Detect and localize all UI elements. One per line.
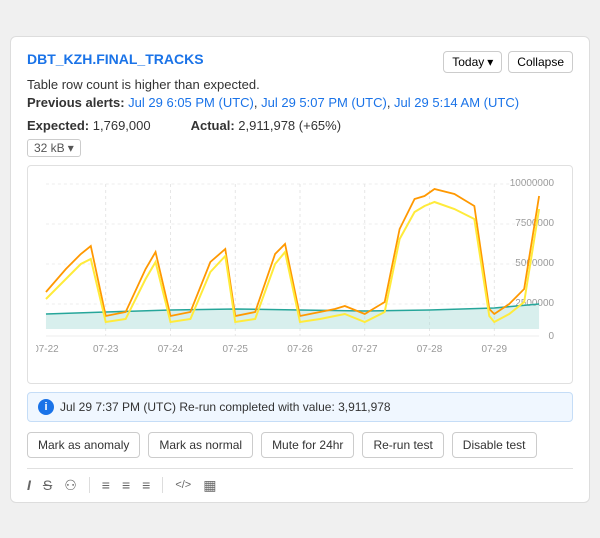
prev-alerts-label: Previous alerts: [27,95,125,110]
header-row: DBT_KZH.FINAL_TRACKS Today ▾ Collapse [27,51,573,73]
header-controls: Today ▾ Collapse [443,51,573,73]
svg-text:07-26: 07-26 [287,343,313,354]
strikethrough-icon[interactable]: S [43,477,52,493]
mark-anomaly-button[interactable]: Mark as anomaly [27,432,140,458]
mark-normal-button[interactable]: Mark as normal [148,432,253,458]
ol-icon[interactable]: ≡ [102,477,110,493]
collapse-button[interactable]: Collapse [508,51,573,73]
prev-alerts: Previous alerts: Jul 29 6:05 PM (UTC), J… [27,95,573,110]
italic-icon[interactable]: I [27,477,31,493]
svg-text:07-22: 07-22 [36,343,59,354]
svg-text:07-25: 07-25 [223,343,249,354]
svg-text:07-29: 07-29 [482,343,508,354]
svg-text:07-24: 07-24 [158,343,184,354]
info-row: i Jul 29 7:37 PM (UTC) Re-run completed … [27,392,573,422]
expected-metric: Expected: 1,769,000 [27,118,151,133]
alert-title: DBT_KZH.FINAL_TRACKS [27,51,204,67]
disable-button[interactable]: Disable test [452,432,537,458]
actual-metric: Actual: 2,911,978 (+65%) [191,118,341,133]
svg-text:07-27: 07-27 [352,343,378,354]
actions-row: Mark as anomaly Mark as normal Mute for … [27,432,573,458]
toolbar-separator-1 [89,477,90,493]
metrics-row: Expected: 1,769,000 Actual: 2,911,978 (+… [27,118,573,133]
mute-button[interactable]: Mute for 24hr [261,432,354,458]
link-icon[interactable]: ⚇ [64,477,77,494]
editor-toolbar: I S ⚇ ≡ ≡ ≡ </> ▦ [27,468,573,502]
svg-text:07-28: 07-28 [417,343,443,354]
trend-chart: 10000000 7500000 5000000 2500000 0 [36,174,564,374]
toolbar-separator-2 [162,477,163,493]
svg-text:0: 0 [549,330,555,341]
indent-icon[interactable]: ≡ [142,477,150,493]
size-badge[interactable]: 32 kB ▾ [27,139,81,157]
info-text: Jul 29 7:37 PM (UTC) Re-run completed wi… [60,400,391,414]
ul-icon[interactable]: ≡ [122,477,130,493]
table-icon[interactable]: ▦ [203,477,216,494]
chevron-down-icon: ▾ [68,141,74,155]
code-icon[interactable]: </> [175,479,191,491]
svg-text:10000000: 10000000 [510,177,555,188]
description-text: Table row count is higher than expected. [27,77,573,92]
prev-alert-link-3[interactable]: Jul 29 5:14 AM (UTC) [394,95,519,110]
rerun-button[interactable]: Re-run test [362,432,443,458]
info-icon: i [38,399,54,415]
prev-alert-link-2[interactable]: Jul 29 5:07 PM (UTC) [261,95,387,110]
chart-container: 10000000 7500000 5000000 2500000 0 [27,165,573,384]
today-button[interactable]: Today ▾ [443,51,502,73]
svg-text:5000000: 5000000 [515,257,554,268]
svg-text:07-23: 07-23 [93,343,119,354]
prev-alert-link-1[interactable]: Jul 29 6:05 PM (UTC) [128,95,254,110]
alert-card: DBT_KZH.FINAL_TRACKS Today ▾ Collapse Ta… [10,36,590,503]
